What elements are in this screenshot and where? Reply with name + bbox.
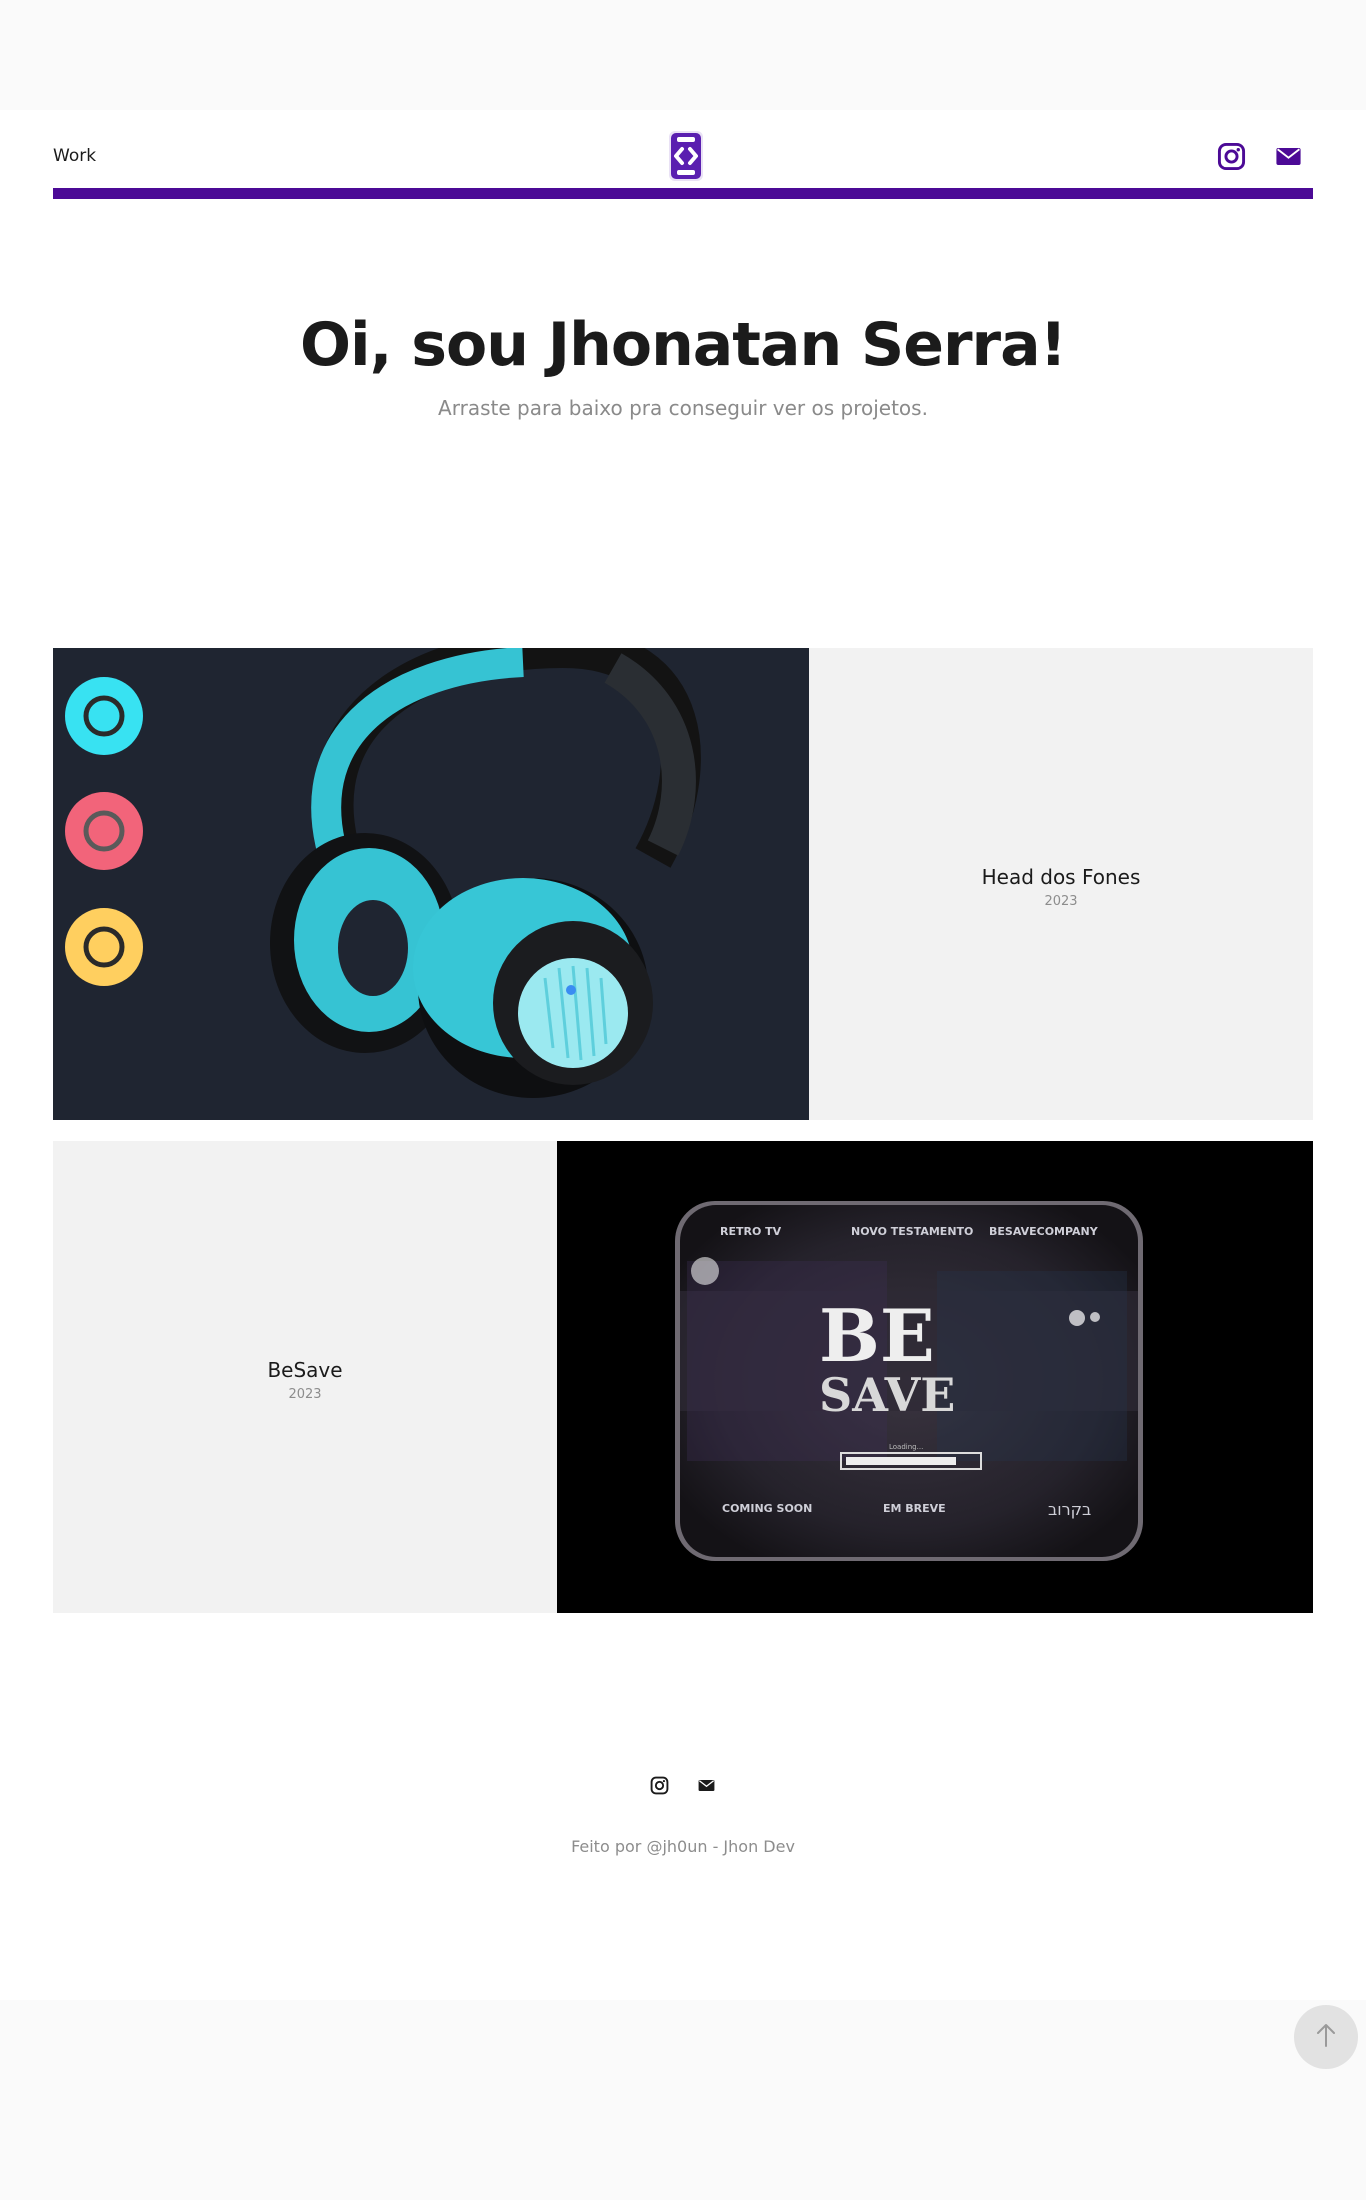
arrow-up-icon — [1315, 2022, 1337, 2052]
project-card: Head dos Fones 2023 — [53, 648, 1313, 1120]
code-brackets-logo-icon[interactable] — [665, 129, 707, 183]
footer-credit: Feito por @jh0un - Jhon Dev — [571, 1837, 795, 1856]
swatch-yellow — [65, 908, 143, 986]
hero-subtitle: Arraste para baixo pra conseguir ver os … — [438, 396, 928, 420]
site-header: Work — [53, 110, 1313, 199]
project-title: Head dos Fones — [981, 865, 1141, 889]
project-title: BeSave — [267, 1358, 343, 1382]
back-to-top-button[interactable] — [1294, 2005, 1358, 2069]
tv-label-coming-soon: COMING SOON — [722, 1502, 812, 1515]
hero-title: Oi, sou Jhonatan Serra! — [300, 310, 1067, 380]
header-social-links — [1217, 142, 1303, 171]
instagram-icon[interactable] — [1217, 142, 1246, 171]
project-year: 2023 — [1044, 894, 1078, 909]
tv-logo-save: SAVE — [819, 1368, 955, 1422]
project-year: 2023 — [288, 1387, 322, 1402]
page-content: Work Oi, sou Jhonatan Serra! Arraste par… — [0, 110, 1366, 2069]
nav-work-link[interactable]: Work — [53, 146, 96, 166]
tv-label-em-breve: EM BREVE — [883, 1502, 946, 1515]
retro-tv-image[interactable]: RETRO TV NOVO TESTAMENTO BESAVECOMPANY B… — [557, 1141, 1313, 1613]
project-card: BeSave 2023 RETRO TV NOVO TESTAMENTO BES… — [53, 1141, 1313, 1613]
envelope-icon[interactable] — [1274, 142, 1303, 171]
tv-label-company: BESAVECOMPANY — [989, 1225, 1099, 1238]
tv-loading-text: Loading... — [889, 1443, 923, 1451]
project-info-head-dos-fones[interactable]: Head dos Fones 2023 — [809, 648, 1313, 1120]
headphones-product-image[interactable] — [53, 648, 809, 1120]
envelope-icon[interactable] — [697, 1776, 716, 1795]
tv-label-novo-testamento: NOVO TESTAMENTO — [851, 1225, 973, 1238]
project-info-besave[interactable]: BeSave 2023 — [53, 1141, 557, 1613]
header-accent-bar — [53, 188, 1313, 199]
tv-label-hebrew: בקרוב — [1048, 1500, 1091, 1519]
instagram-icon[interactable] — [650, 1776, 669, 1795]
swatch-pink — [65, 792, 143, 870]
tv-label-retro: RETRO TV — [720, 1225, 782, 1238]
swatch-cyan — [65, 677, 143, 755]
tv-logo-be: BE — [819, 1293, 935, 1378]
footer-social-links — [0, 1776, 1366, 1795]
